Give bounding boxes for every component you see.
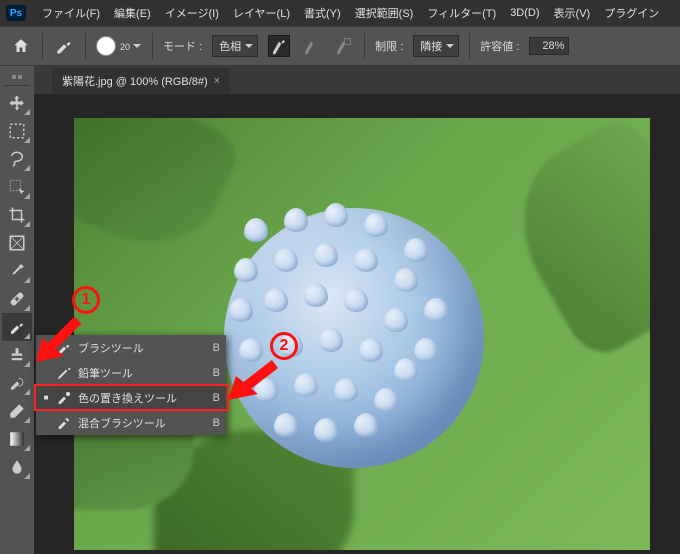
canvas[interactable]	[74, 118, 650, 550]
tab-bar: 紫陽花.jpg @ 100% (RGB/8#) ×	[34, 66, 680, 94]
healing-tool[interactable]	[2, 285, 32, 313]
mode-label: モード :	[163, 38, 202, 54]
sampling-background-icon[interactable]	[332, 35, 354, 57]
ps-logo: Ps	[6, 5, 26, 21]
limits-label: 制限 :	[375, 38, 403, 54]
flyout-mixer-brush[interactable]: 混合ブラシツール B	[36, 410, 226, 435]
menu-edit[interactable]: 編集(E)	[108, 2, 157, 24]
brush-flyout-menu: ブラシツール B 鉛筆ツール B ■ 色の置き換えツール B 混合ブラシツール …	[36, 335, 226, 435]
menu-3d[interactable]: 3D(D)	[504, 4, 545, 22]
brush-color-swatch[interactable]	[96, 36, 116, 56]
close-icon[interactable]: ×	[214, 75, 220, 87]
pencil-icon	[56, 365, 72, 381]
flyout-color-replacement[interactable]: ■ 色の置き換えツール B	[36, 385, 226, 410]
flyout-shortcut: B	[213, 392, 220, 404]
quick-select-tool[interactable]	[2, 173, 32, 201]
panel-grip[interactable]	[2, 72, 32, 82]
stamp-tool[interactable]	[2, 341, 32, 369]
tab-document[interactable]: 紫陽花.jpg @ 100% (RGB/8#) ×	[52, 68, 230, 94]
menu-layer[interactable]: レイヤー(L)	[227, 2, 296, 24]
crop-tool[interactable]	[2, 201, 32, 229]
eraser-tool[interactable]	[2, 397, 32, 425]
menu-plugin[interactable]: プラグイン	[598, 2, 665, 24]
menu-filter[interactable]: フィルター(T)	[421, 2, 502, 24]
flyout-label: ブラシツール	[78, 340, 207, 356]
mixer-brush-icon	[56, 415, 72, 431]
flyout-shortcut: B	[213, 367, 220, 379]
menu-file[interactable]: ファイル(F)	[36, 2, 106, 24]
menu-type[interactable]: 書式(Y)	[298, 2, 347, 24]
menu-bar: Ps ファイル(F) 編集(E) イメージ(I) レイヤー(L) 書式(Y) 選…	[0, 0, 680, 26]
history-brush-tool[interactable]	[2, 369, 32, 397]
flyout-pencil[interactable]: 鉛筆ツール B	[36, 360, 226, 385]
home-icon[interactable]	[10, 35, 32, 57]
tolerance-label: 許容値 :	[480, 38, 519, 54]
flyout-label: 色の置き換えツール	[78, 390, 207, 406]
sampling-once-icon[interactable]	[300, 35, 322, 57]
move-tool[interactable]	[2, 89, 32, 117]
tool-panel	[0, 66, 34, 554]
flyout-label: 鉛筆ツール	[78, 365, 207, 381]
lasso-tool[interactable]	[2, 145, 32, 173]
current-tool-icon[interactable]	[53, 35, 75, 57]
document-area: 紫陽花.jpg @ 100% (RGB/8#) ×	[34, 66, 680, 554]
menu-view[interactable]: 表示(V)	[548, 2, 597, 24]
gradient-tool[interactable]	[2, 425, 32, 453]
brush-size-label: 20	[120, 42, 130, 52]
tab-title: 紫陽花.jpg @ 100% (RGB/8#)	[62, 73, 208, 89]
eyedropper-tool[interactable]	[2, 257, 32, 285]
flyout-brush[interactable]: ブラシツール B	[36, 335, 226, 360]
menu-image[interactable]: イメージ(I)	[159, 2, 225, 24]
menu-select[interactable]: 選択範囲(S)	[349, 2, 420, 24]
brush-tool[interactable]	[2, 313, 32, 341]
limits-dropdown[interactable]: 隣接	[413, 35, 459, 57]
marquee-tool[interactable]	[2, 117, 32, 145]
mode-dropdown[interactable]: 色相	[212, 35, 258, 57]
color-replacement-icon	[56, 390, 72, 406]
flyout-shortcut: B	[213, 342, 220, 354]
brush-icon	[56, 340, 72, 356]
frame-tool[interactable]	[2, 229, 32, 257]
photo-content	[74, 118, 650, 550]
options-bar: 20 モード : 色相 制限 : 隣接 許容値 : 28%	[0, 26, 680, 66]
sampling-continuous-icon[interactable]	[268, 35, 290, 57]
blur-tool[interactable]	[2, 453, 32, 481]
flyout-shortcut: B	[213, 417, 220, 429]
tolerance-input[interactable]: 28%	[529, 37, 569, 55]
flyout-label: 混合ブラシツール	[78, 415, 207, 431]
